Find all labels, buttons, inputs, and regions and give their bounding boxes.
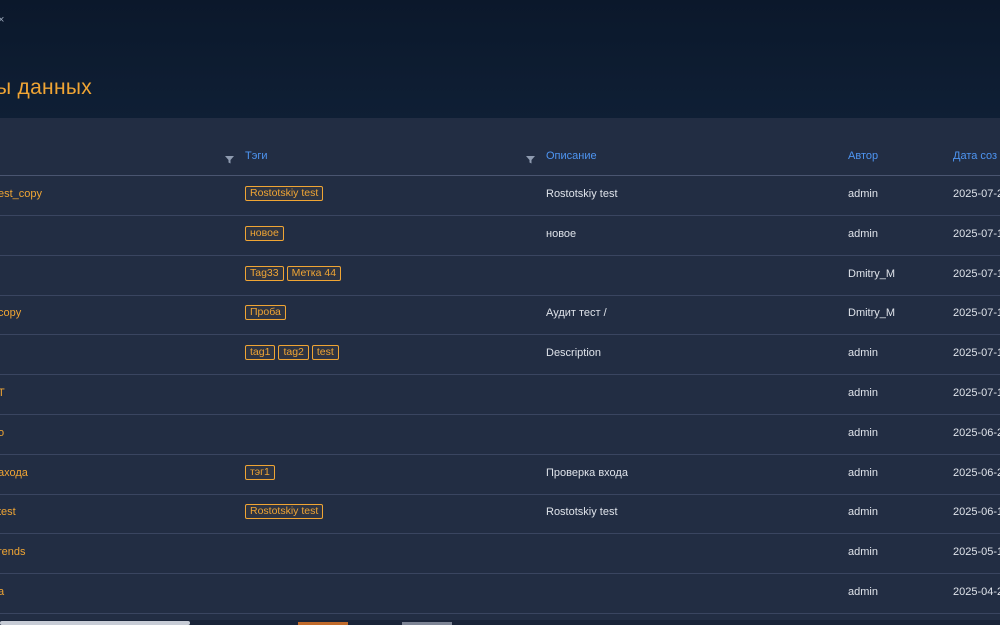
- column-header-description[interactable]: Описание: [546, 150, 597, 162]
- tag-list: Tag33 Метка 44: [245, 265, 342, 281]
- dataset-name-link[interactable]: test: [0, 506, 16, 518]
- column-header-date[interactable]: Дата соз: [953, 150, 997, 162]
- dataset-name-link[interactable]: ахода: [0, 467, 28, 479]
- date-cell: 2025-07-1: [953, 387, 1000, 399]
- author-cell: admin: [848, 347, 878, 360]
- filter-icon[interactable]: [225, 151, 234, 164]
- column-header-tags[interactable]: Тэги: [245, 150, 268, 162]
- table-row[interactable]: a admin 2025-04-2: [0, 574, 1000, 614]
- date-cell: 2025-07-2: [953, 188, 1000, 200]
- table-row[interactable]: новое новое admin 2025-07-1: [0, 216, 1000, 256]
- date-cell: 2025-07-1: [953, 267, 1000, 280]
- page-title: ы данных: [0, 76, 93, 99]
- dataset-name-link[interactable]: o: [0, 427, 4, 439]
- date-cell: 2025-07-1: [953, 347, 1000, 360]
- tag-badge[interactable]: Tag33: [245, 265, 284, 281]
- date-cell: 2025-06-2: [953, 466, 1000, 479]
- author-cell: Dmitry_M: [848, 307, 896, 320]
- dataset-name-link[interactable]: T: [0, 387, 5, 399]
- table-row[interactable]: copy Проба Аудит тест / Dmitry_M 2025-07-1: [0, 295, 1000, 336]
- date-cell: 2025-06-2: [953, 426, 1000, 439]
- tag-badge[interactable]: Проба: [245, 305, 286, 321]
- author-cell: admin: [848, 227, 878, 240]
- date-cell: 2025-05-1: [953, 546, 1000, 559]
- table-row[interactable]: est_copy Rostotskiy test Rostotskiy test ad…: [0, 176, 1000, 216]
- filter-icon[interactable]: [526, 151, 535, 164]
- author-cell: admin: [848, 506, 878, 519]
- author-cell: admin: [848, 426, 878, 439]
- dataset-name-link[interactable]: est_copy: [0, 188, 42, 200]
- description-cell: Аудит тест /: [546, 307, 607, 320]
- author-cell: admin: [848, 387, 878, 399]
- table-row[interactable]: Tadmin 2025-07-1: [0, 375, 1000, 415]
- tag-badge[interactable]: тэг1: [245, 464, 275, 480]
- tag-badge[interactable]: tag2: [278, 345, 309, 361]
- author-cell: Dmitry_M: [848, 267, 896, 280]
- tag-badge[interactable]: новое: [245, 225, 284, 241]
- date-cell: 2025-07-1: [953, 307, 1000, 320]
- table-row[interactable]: test Rostotskiy test Rostotskiy test admin 2…: [0, 494, 1000, 535]
- top-bar: × ы данных: [0, 0, 1000, 118]
- table-row[interactable]: tag1 tag2 test Description admin 2025-07-1: [0, 335, 1000, 376]
- tag-list: Rostotskiy test: [245, 186, 324, 201]
- tag-list: Rostotskiy test: [245, 504, 324, 520]
- table-row[interactable]: Tag33 Метка 44 Dmitry_M 2025-07-1: [0, 256, 1000, 296]
- scrollbar-thumb[interactable]: [0, 621, 190, 625]
- date-cell: 2025-06-1: [953, 506, 1000, 519]
- dataset-name-link[interactable]: copy: [0, 307, 21, 319]
- tag-list: Проба: [245, 305, 286, 321]
- date-cell: 2025-04-2: [953, 586, 1000, 598]
- column-header-author[interactable]: Автор: [848, 150, 878, 162]
- tag-list: tag1 tag2 test: [245, 345, 339, 361]
- date-cell: 2025-07-1: [953, 227, 1000, 240]
- tag-badge[interactable]: tag1: [245, 345, 276, 361]
- tag-badge[interactable]: Rostotskiy test: [245, 504, 324, 520]
- tag-badge[interactable]: test: [311, 345, 339, 361]
- description-cell: новое: [546, 227, 577, 240]
- dataset-name-link[interactable]: rends: [0, 546, 26, 558]
- author-cell: admin: [848, 188, 878, 200]
- table-row[interactable]: ахода тэг1 Проверка входа admin 2025-06-2: [0, 455, 1000, 495]
- tag-badge[interactable]: Метка 44: [286, 265, 342, 281]
- table-row[interactable]: rends admin 2025-05-1: [0, 534, 1000, 575]
- description-cell: Rostotskiy test: [546, 506, 618, 519]
- close-icon[interactable]: ×: [0, 14, 4, 26]
- description-cell: Description: [546, 347, 602, 360]
- tag-badge[interactable]: Rostotskiy test: [245, 186, 324, 201]
- tag-list: тэг1: [245, 464, 275, 480]
- table-row[interactable]: o admin 2025-06-2: [0, 415, 1000, 455]
- description-cell: Проверка входа: [546, 466, 628, 479]
- author-cell: admin: [848, 546, 878, 559]
- tag-list: новое: [245, 225, 284, 241]
- dataset-name-link[interactable]: a: [0, 586, 4, 598]
- author-cell: admin: [848, 466, 878, 479]
- description-cell: Rostotskiy test: [546, 188, 618, 200]
- author-cell: admin: [848, 586, 878, 598]
- table-header: Тэги Описание Автор Дата соз: [0, 140, 1000, 176]
